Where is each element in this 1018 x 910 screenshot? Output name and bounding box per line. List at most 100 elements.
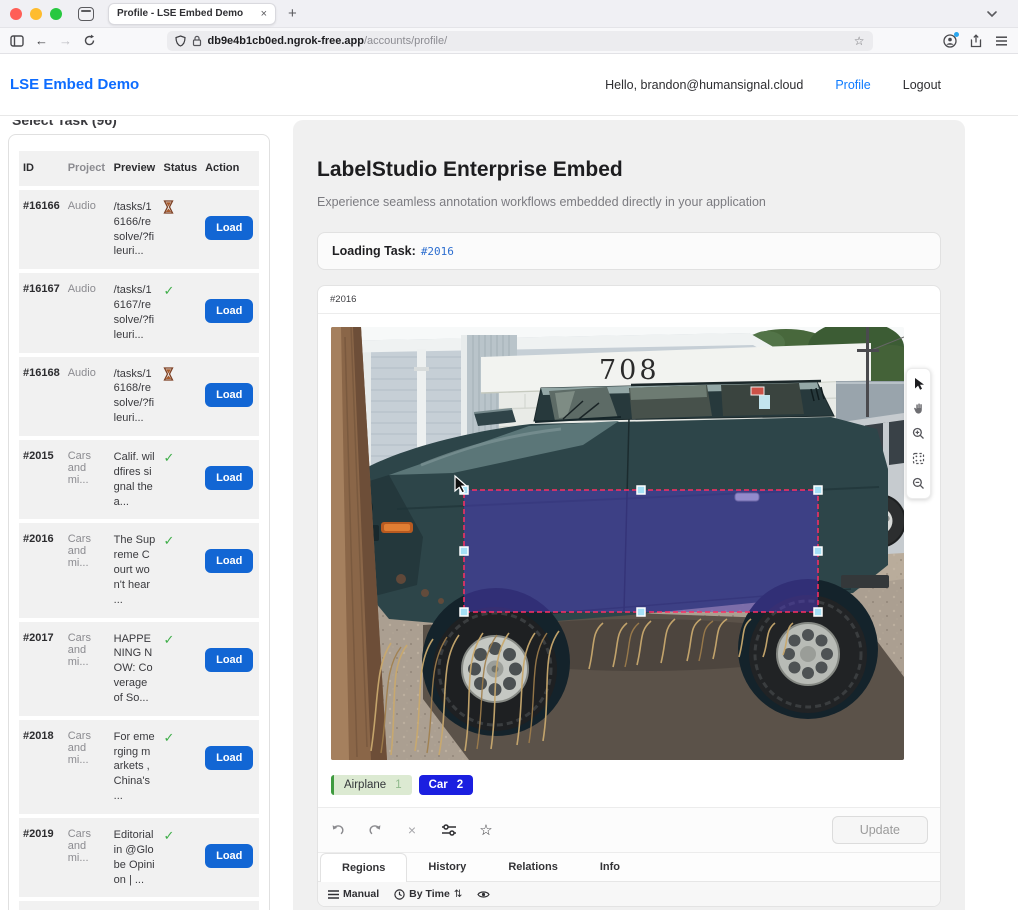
redo-icon[interactable]: [367, 822, 383, 838]
menu-icon[interactable]: [995, 36, 1008, 46]
tab-close-icon[interactable]: ×: [261, 8, 267, 20]
task-preview-cell: Calif. wildfires signal the a...: [110, 440, 160, 519]
tab-info[interactable]: Info: [579, 853, 641, 881]
load-button[interactable]: Load: [205, 746, 253, 770]
task-project-cell: Cars and mi...: [64, 523, 110, 617]
share-icon[interactable]: [970, 34, 982, 48]
tab-regions[interactable]: Regions: [320, 853, 407, 882]
tab-overview-icon[interactable]: [78, 7, 94, 21]
annotation-toolbar: × ☆ Update: [318, 807, 940, 852]
task-status-cell: ✓: [159, 190, 201, 269]
tab-relations[interactable]: Relations: [487, 853, 579, 881]
zoom-out-icon[interactable]: [906, 471, 931, 496]
minimize-window-button[interactable]: [30, 8, 42, 20]
fit-screen-icon[interactable]: [906, 446, 931, 471]
close-window-button[interactable]: [10, 8, 22, 20]
sidebar-title-clipped: Select Task (96): [8, 120, 270, 131]
page-subtitle: Experience seamless annotation workflows…: [317, 195, 941, 209]
group-by-manual[interactable]: Manual: [328, 888, 379, 900]
nav-right-icons: [943, 34, 1008, 48]
undo-icon[interactable]: [330, 822, 346, 838]
browser-tab[interactable]: Profile - LSE Embed Demo ×: [108, 3, 276, 25]
table-row: #2018 Cars and mi... For emerging market…: [19, 720, 259, 814]
zoom-in-icon[interactable]: [906, 421, 931, 446]
label-name: Car: [429, 779, 448, 791]
table-row: #2016 Cars and mi... The Supreme Court w…: [19, 523, 259, 617]
eye-icon: [477, 890, 490, 899]
hourglass-icon: [163, 372, 174, 384]
bookmark-star-icon[interactable]: ☆: [854, 35, 865, 47]
settings-icon[interactable]: [441, 822, 457, 838]
task-id-cell: #2015: [19, 440, 64, 519]
url-domain: db9e4b1cb0ed.ngrok-free.app: [208, 35, 365, 47]
task-status-cell: ✓: [159, 273, 201, 352]
task-status-cell: ✓: [159, 901, 201, 910]
task-action-cell: Load: [201, 901, 259, 910]
task-action-cell: Load: [201, 190, 259, 269]
load-button[interactable]: Load: [205, 648, 253, 672]
label-pill-car[interactable]: Car 2: [419, 775, 474, 795]
order-by-time[interactable]: By Time ⇅: [394, 888, 462, 900]
reset-icon[interactable]: ×: [404, 822, 420, 838]
load-button[interactable]: Load: [205, 216, 253, 240]
profile-account-icon[interactable]: [943, 34, 957, 48]
clock-icon: [394, 889, 405, 900]
column-header-action: Action: [201, 151, 259, 186]
load-button[interactable]: Load: [205, 549, 253, 573]
check-icon: ✓: [163, 450, 174, 465]
panel-tabs: Regions History Relations Info: [318, 852, 940, 882]
site-header: LSE Embed Demo Hello, brandon@humansigna…: [0, 54, 1018, 116]
table-row: #16167 Audio /tasks/16167/resolve/?fileu…: [19, 273, 259, 352]
toggle-visibility[interactable]: [477, 890, 490, 899]
forward-icon[interactable]: →: [59, 34, 72, 47]
update-button[interactable]: Update: [832, 816, 928, 844]
load-button[interactable]: Load: [205, 844, 253, 868]
house-number-text: 708: [599, 355, 660, 386]
sidebar-toggle-icon[interactable]: [10, 35, 24, 47]
url-path: /accounts/profile/: [364, 35, 447, 47]
task-preview-cell: NSW coach Brad Fittler single...: [110, 901, 160, 910]
reload-icon[interactable]: [83, 34, 96, 47]
window-controls: [10, 8, 62, 20]
nav-link-logout[interactable]: Logout: [903, 78, 941, 92]
url-bar[interactable]: db9e4b1cb0ed.ngrok-free.app/accounts/pro…: [167, 31, 873, 51]
zoom-window-button[interactable]: [50, 8, 62, 20]
nav-link-profile[interactable]: Profile: [835, 78, 870, 92]
star-icon[interactable]: ☆: [478, 822, 494, 838]
load-button[interactable]: Load: [205, 466, 253, 490]
label-pill-airplane[interactable]: Airplane 1: [331, 775, 412, 795]
chevron-down-icon[interactable]: [979, 1, 1004, 26]
task-project-cell: Cars and mi...: [64, 901, 110, 910]
list-icon: [328, 890, 339, 899]
task-sidebar: Select Task (96) ID Project Preview Stat…: [8, 120, 270, 910]
annotation-canvas[interactable]: 708: [331, 327, 904, 760]
table-row: #2017 Cars and mi... HAPPENING NOW: Cove…: [19, 622, 259, 716]
task-status-cell: ✓: [159, 357, 201, 436]
load-button[interactable]: Load: [205, 299, 253, 323]
hourglass-icon: [163, 205, 174, 217]
task-action-cell: Load: [201, 622, 259, 716]
task-action-cell: Load: [201, 440, 259, 519]
url-text: db9e4b1cb0ed.ngrok-free.app/accounts/pro…: [208, 35, 848, 47]
pointer-tool-icon[interactable]: [906, 371, 931, 396]
user-greeting: Hello, brandon@humansignal.cloud: [605, 78, 803, 92]
canvas-toolbar: [906, 368, 931, 499]
browser-window: Profile - LSE Embed Demo × + ← → db9e4: [0, 0, 1018, 910]
region-bbox-car[interactable]: [460, 486, 822, 616]
task-preview-cell: Editorial in @Globe Opinion | ...: [110, 818, 160, 897]
task-project-cell: Cars and mi...: [64, 622, 110, 716]
label-name: Airplane: [344, 779, 386, 791]
load-button[interactable]: Load: [205, 383, 253, 407]
back-icon[interactable]: ←: [35, 34, 48, 47]
tab-title: Profile - LSE Embed Demo: [117, 8, 255, 19]
task-table-body: #16166 Audio /tasks/16166/resolve/?fileu…: [19, 190, 259, 910]
hand-tool-icon[interactable]: [906, 396, 931, 421]
shield-icon[interactable]: [175, 35, 186, 47]
table-row: #16168 Audio /tasks/16168/resolve/?fileu…: [19, 357, 259, 436]
page-content: LSE Embed Demo Hello, brandon@humansigna…: [0, 54, 1018, 910]
task-id-cell: #16167: [19, 273, 64, 352]
panel-task-id: #2016: [318, 286, 940, 314]
task-table: ID Project Preview Status Action #16166 …: [19, 147, 259, 910]
new-tab-button[interactable]: +: [288, 5, 297, 22]
tab-history[interactable]: History: [407, 853, 487, 881]
